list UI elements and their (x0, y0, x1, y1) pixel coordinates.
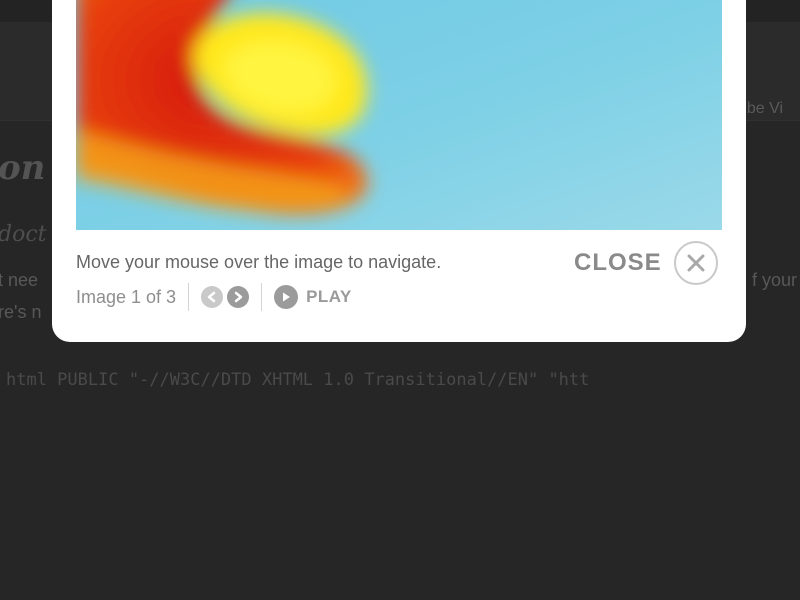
background-text-line: re's n (0, 302, 42, 322)
separator (188, 283, 190, 311)
lightbox-dialog: Move your mouse over the image to naviga… (52, 0, 746, 342)
close-label: CLOSE (574, 249, 662, 276)
play-label: PLAY (306, 287, 352, 306)
separator (261, 283, 263, 311)
play-button[interactable]: PLAY (274, 285, 352, 309)
close-button[interactable]: CLOSE (574, 240, 718, 286)
lightbox-image[interactable] (76, 0, 722, 230)
background-code-line: html PUBLIC "-//W3C//DTD XHTML 1.0 Trans… (6, 370, 590, 390)
close-icon[interactable] (673, 241, 718, 285)
lightbox-caption: Move your mouse over the image to naviga… (76, 252, 442, 272)
background-heading: on (0, 148, 46, 188)
background-subheading: doct (0, 222, 47, 247)
image-counter: Image 1 of 3 (76, 286, 177, 307)
arrow-right-icon[interactable] (227, 286, 250, 308)
background-nav-link: ube Vi (738, 100, 784, 117)
arrow-left-icon[interactable] (201, 286, 224, 308)
flame-image-graphic (76, 0, 368, 215)
background-text-line: f your (752, 270, 798, 290)
play-icon (274, 285, 299, 309)
lightbox-controls: Image 1 of 3 PLAY (76, 282, 352, 312)
background-text-line: t nee (0, 270, 39, 290)
